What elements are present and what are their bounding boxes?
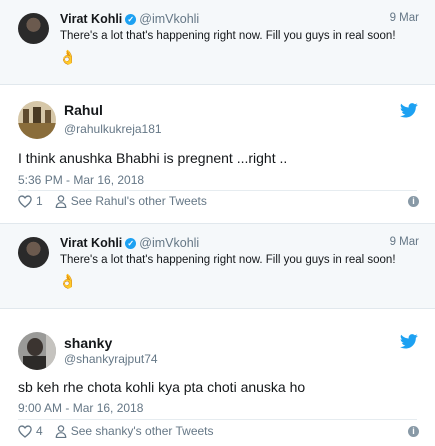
quoted-author-name[interactable]: Virat Kohli	[60, 12, 122, 26]
like-count[interactable]: 4	[36, 424, 43, 438]
avatar[interactable]	[18, 332, 56, 370]
quoted-author-handle[interactable]: @imVkohli	[139, 12, 199, 26]
quoted-date[interactable]: 9 Mar	[390, 12, 419, 24]
avatar[interactable]	[18, 101, 56, 139]
info-icon[interactable]: i	[408, 196, 419, 207]
quoted-tweet[interactable]: Virat Kohli ✓ @imVkohli 9 Mar There's a lo…	[0, 0, 435, 85]
quoted-avatar[interactable]	[18, 13, 49, 44]
quoted-author-handle[interactable]: @imVkohli	[139, 236, 199, 250]
person-icon	[55, 194, 67, 208]
author-handle[interactable]: @rahulkukreja181	[64, 122, 162, 136]
quoted-avatar[interactable]	[18, 237, 49, 268]
quoted-tweet[interactable]: Virat Kohli ✓ @imVkohli 9 Mar There's a lo…	[0, 224, 435, 309]
ok-hand-emoji: 👌	[59, 49, 77, 65]
twitter-bird-icon[interactable]	[400, 103, 418, 118]
quoted-text: There's a lot that's happening right now…	[60, 30, 396, 42]
author-handle[interactable]: @shankyrajput74	[64, 352, 158, 366]
divider	[18, 190, 417, 191]
other-tweets-link[interactable]: See shanky's other Tweets	[71, 424, 214, 438]
tweet-card: Virat Kohli ✓ @imVkohli 9 Mar There's a lo…	[0, 0, 435, 222]
ok-hand-emoji: 👌	[59, 273, 77, 289]
verified-badge-icon: ✓	[125, 238, 137, 249]
author-name[interactable]: shanky	[64, 335, 112, 351]
other-tweets-link[interactable]: See Rahul's other Tweets	[71, 194, 207, 208]
tweet-text: sb keh rhe chota kohli kya pta choti anu…	[18, 379, 306, 395]
person-icon	[55, 424, 67, 438]
tweet-actions: 1 See Rahul's other Tweets	[18, 192, 207, 210]
heart-icon[interactable]	[18, 194, 32, 208]
divider	[18, 419, 417, 420]
quoted-author[interactable]: Virat Kohli ✓ @imVkohli	[60, 236, 199, 250]
tweet-timestamp[interactable]: 5:36 PM - Mar 16, 2018	[18, 173, 144, 187]
tweet-text: I think anushka Bhabhi is pregnent ...ri…	[18, 150, 288, 166]
author-name[interactable]: Rahul	[64, 102, 103, 118]
quoted-text: There's a lot that's happening right now…	[60, 254, 396, 266]
quoted-date[interactable]: 9 Mar	[390, 236, 419, 248]
verified-badge-icon: ✓	[125, 14, 137, 25]
tweet-actions: 4 See shanky's other Tweets	[18, 422, 214, 440]
twitter-bird-icon[interactable]	[400, 334, 418, 349]
heart-icon[interactable]	[18, 424, 32, 438]
quoted-author[interactable]: Virat Kohli ✓ @imVkohli	[60, 12, 199, 26]
tweet-timestamp[interactable]: 9:00 AM - Mar 16, 2018	[18, 401, 143, 415]
like-count[interactable]: 1	[36, 194, 43, 208]
quoted-author-name[interactable]: Virat Kohli	[60, 236, 122, 250]
info-icon[interactable]: i	[408, 426, 419, 437]
tweet-card: Virat Kohli ✓ @imVkohli 9 Mar There's a lo…	[0, 223, 435, 446]
